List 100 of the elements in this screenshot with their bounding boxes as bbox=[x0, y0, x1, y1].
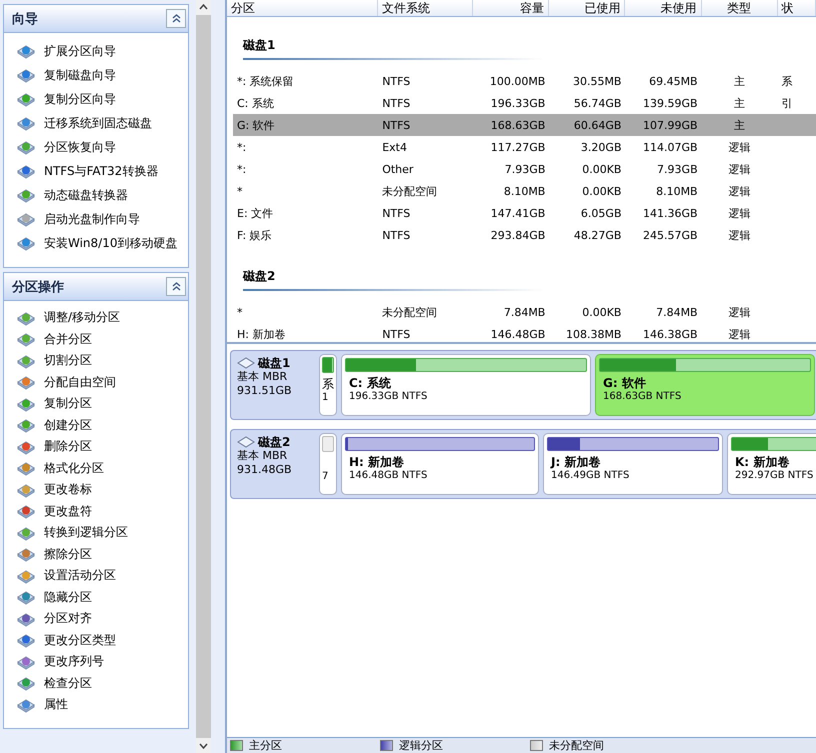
table-cell-text: 147.41GB bbox=[490, 206, 546, 220]
menu-item[interactable]: 更改序列号 bbox=[44, 653, 104, 670]
legend-label: 未分配空间 bbox=[549, 738, 604, 753]
table-cell-text: 168.63GB bbox=[490, 118, 546, 132]
partition-icon bbox=[16, 696, 36, 713]
partition-icon bbox=[16, 675, 36, 692]
table-cell-text: 未分配空间 bbox=[381, 304, 438, 320]
partition-block[interactable]: J: 新加卷 146.49GB NTFS bbox=[543, 433, 723, 495]
disk-size: 931.51GB bbox=[237, 384, 293, 398]
partition-block[interactable]: K: 新加卷 292.97GB NTFS bbox=[727, 433, 816, 495]
menu-item[interactable]: 安装Win8/10到移动硬盘 bbox=[44, 234, 178, 252]
table-row[interactable]: *: 系统保留 NTFS 100.00MB 30.55MB 69.45MB 主 系 bbox=[233, 70, 816, 92]
partition-icon bbox=[16, 524, 36, 541]
menu-item[interactable]: 设置活动分区 bbox=[44, 567, 116, 584]
table-row[interactable]: G: 软件 NTFS 168.63GB 60.64GB 107.99GB 主 bbox=[233, 114, 816, 136]
menu-item[interactable]: 分区对齐 bbox=[44, 610, 92, 628]
menu-item[interactable]: 转换到逻辑分区 bbox=[44, 524, 128, 542]
partition-info: 168.63GB NTFS bbox=[602, 390, 682, 404]
column-header[interactable]: 文件系统 bbox=[378, 0, 473, 16]
table-row[interactable]: * 未分配空间 8.10MB 0.00KB 8.10MB 逻辑 bbox=[233, 180, 816, 202]
scroll-down-icon[interactable] bbox=[196, 738, 211, 753]
partition-label: G: 软件 bbox=[602, 376, 647, 390]
table-cell-text: G: 软件 bbox=[236, 118, 276, 132]
table-row[interactable]: H: 新加卷 NTFS 146.48GB 108.38MB 146.38GB 逻辑 bbox=[233, 323, 816, 342]
table-cell-text: 0.00KB bbox=[581, 184, 622, 198]
column-header[interactable]: 分区 bbox=[227, 0, 378, 16]
menu-item[interactable]: NTFS与FAT32转换器 bbox=[44, 162, 158, 180]
table-cell-text: * bbox=[236, 184, 244, 198]
partition-label: K: 新加卷 bbox=[734, 455, 790, 469]
table-row[interactable]: *: Ext4 117.27GB 3.20GB 114.07GB 逻辑 bbox=[233, 136, 816, 158]
partition-info: 146.48GB NTFS bbox=[348, 469, 428, 483]
menu-item[interactable]: 合并分区 bbox=[44, 330, 92, 348]
partition-label: J: 新加卷 bbox=[549, 455, 602, 469]
disk-row[interactable]: 磁盘1 基本 MBR 931.51GB 系 1 C: 系统 196.33GB NTFS G: 软件 168.63GB NTFS bbox=[230, 350, 816, 420]
column-header[interactable]: 已使用 bbox=[549, 0, 626, 16]
menu-item[interactable]: 属性 bbox=[44, 696, 68, 714]
partition-block[interactable]: 7 bbox=[319, 433, 337, 495]
partition-icon bbox=[16, 482, 36, 498]
partition-icon bbox=[16, 139, 36, 155]
menu-item[interactable]: 复制分区向导 bbox=[44, 90, 116, 108]
table-cell-text: NTFS bbox=[381, 206, 412, 220]
menu-item[interactable]: 创建分区 bbox=[44, 416, 92, 434]
menu-item[interactable]: 切割分区 bbox=[44, 352, 92, 370]
disk-name: 磁盘1 bbox=[258, 356, 290, 370]
partition-icon bbox=[16, 503, 36, 520]
menu-item[interactable]: 更改卷标 bbox=[44, 481, 92, 498]
table-cell-text: *: 系统保留 bbox=[236, 74, 295, 88]
table-cell-text: 0.00KB bbox=[581, 162, 622, 176]
column-header[interactable]: 容量 bbox=[473, 0, 550, 16]
partition-icon bbox=[16, 43, 36, 59]
table-cell-text: H: 新加卷 bbox=[236, 326, 286, 342]
table-row[interactable]: E: 文件 NTFS 147.41GB 6.05GB 141.36GB 逻辑 bbox=[233, 202, 816, 224]
partition-icon bbox=[16, 589, 36, 606]
menu-item[interactable]: 调整/移动分区 bbox=[44, 309, 120, 326]
column-header[interactable]: 未使用 bbox=[625, 0, 702, 16]
partition-icon bbox=[16, 235, 36, 251]
partition-block[interactable]: G: 软件 168.63GB NTFS bbox=[595, 354, 815, 416]
menu-item[interactable]: 格式化分区 bbox=[44, 460, 104, 477]
table-cell-text: NTFS bbox=[381, 96, 412, 110]
menu-item[interactable]: 启动光盘制作向导 bbox=[44, 210, 140, 228]
menu-item[interactable]: 迁移系统到固态磁盘 bbox=[44, 114, 152, 132]
menu-item[interactable]: 检查分区 bbox=[44, 674, 92, 692]
menu-item[interactable]: 分区恢复向导 bbox=[44, 138, 116, 156]
table-cell-text: 引 bbox=[780, 96, 794, 110]
column-header[interactable]: 状 bbox=[778, 0, 816, 16]
scrollbar[interactable] bbox=[196, 0, 211, 753]
table-row[interactable]: F: 娱乐 NTFS 293.84GB 48.27GB 245.57GB 逻辑 bbox=[233, 224, 816, 246]
menu-item[interactable]: 分配自由空间 bbox=[44, 374, 116, 391]
partition-icon bbox=[16, 632, 36, 648]
partition-icon bbox=[16, 610, 36, 627]
menu-item[interactable]: 复制磁盘向导 bbox=[44, 66, 116, 84]
partition-block[interactable]: 系 1 bbox=[319, 354, 337, 416]
table-cell-text: 48.27GB bbox=[572, 228, 622, 242]
legend-swatch bbox=[530, 740, 543, 751]
menu-item[interactable]: 动态磁盘转换器 bbox=[44, 186, 128, 204]
table-cell-text: 7.93GB bbox=[656, 162, 699, 176]
table-row[interactable]: * 未分配空间 7.84MB 0.00KB 7.84MB 逻辑 bbox=[233, 301, 816, 323]
partition-block[interactable]: C: 系统 196.33GB NTFS bbox=[341, 354, 591, 416]
menu-item[interactable]: 更改分区类型 bbox=[44, 632, 116, 649]
table-cell-text: 60.64GB bbox=[572, 118, 622, 132]
collapse-button[interactable] bbox=[166, 277, 186, 296]
scroll-up-icon[interactable] bbox=[196, 0, 211, 15]
collapse-button[interactable] bbox=[166, 9, 186, 28]
table-cell-text: 主 bbox=[733, 96, 746, 110]
disk-row[interactable]: 磁盘2 基本 MBR 931.48GB 7 H: 新加卷 146.48GB NTFS J: 新加卷 146.49GB NTFS K: 新加卷 292.97GB NTFS bbox=[230, 429, 816, 499]
menu-item[interactable]: 隐藏分区 bbox=[44, 588, 92, 606]
menu-item[interactable]: 更改盘符 bbox=[44, 502, 92, 520]
usage-bar bbox=[322, 436, 334, 452]
table-row[interactable]: C: 系统 NTFS 196.33GB 56.74GB 139.59GB 主 引 bbox=[233, 92, 816, 114]
partition-icon bbox=[16, 352, 36, 369]
menu-item[interactable]: 删除分区 bbox=[44, 438, 92, 456]
partition-block[interactable]: H: 新加卷 146.48GB NTFS bbox=[341, 433, 539, 495]
panel-title: 分区操作 bbox=[12, 278, 64, 296]
menu-item[interactable]: 擦除分区 bbox=[44, 546, 92, 563]
menu-item[interactable]: 扩展分区向导 bbox=[44, 42, 116, 60]
partition-icon bbox=[16, 211, 36, 227]
table-row[interactable]: *: Other 7.93GB 0.00KB 7.93GB 逻辑 bbox=[233, 158, 816, 180]
table-cell-text: 逻辑 bbox=[728, 304, 752, 320]
column-header[interactable]: 类型 bbox=[702, 0, 778, 16]
menu-item[interactable]: 复制分区 bbox=[44, 395, 92, 412]
